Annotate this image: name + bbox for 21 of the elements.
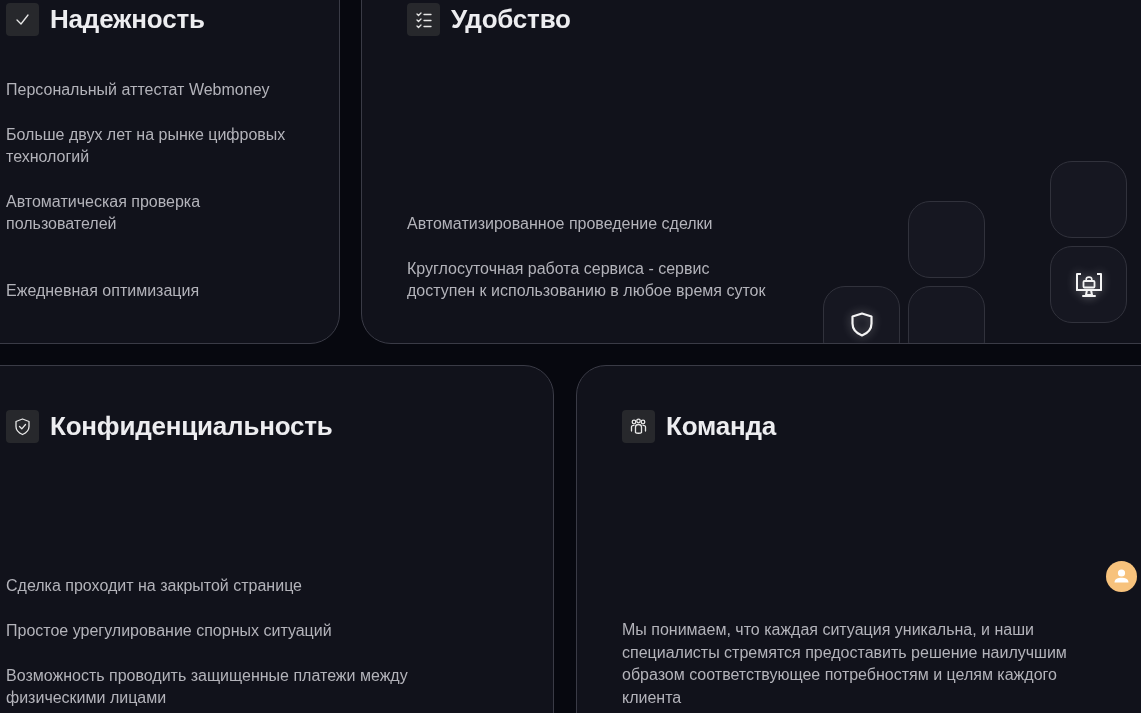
checkmark-icon [6, 3, 39, 36]
feature-text: Автоматизированное проведение сделки [407, 214, 714, 234]
card-title: Удобство [451, 4, 571, 35]
feature-text: Простое урегулирование спорных ситуаций [6, 621, 333, 641]
shield-check-icon [6, 410, 39, 443]
user-avatar-icon[interactable] [1106, 561, 1137, 592]
feature-text: Персональный аттестат Webmoney [6, 80, 271, 100]
checklist-icon [407, 3, 440, 36]
feature-text: Круглосуточная работа сервиса - сервис доступен к использованию в любое время суток [407, 259, 767, 301]
monitor-lock-icon [1074, 271, 1103, 298]
feature-text: Автоматическая проверка пользователей [6, 192, 202, 234]
shield-icon [850, 312, 873, 337]
feature-text: Возможность проводить защищенные платежи между физическими лицами [6, 666, 409, 708]
card-title: Команда [666, 411, 777, 442]
feature-text: Ежедневная оптимизация [6, 281, 201, 301]
card-title: Конфиденциальность [50, 411, 333, 442]
feature-text: Сделка проходит на закрытой странице [6, 576, 303, 596]
feature-text: Больше двух лет на рынке цифровых технологий [6, 125, 287, 167]
description-text: Мы понимаем, что каждая ситуация уникальна, и наши специалисты стремятся предоставить решение наилучшим образом соответствующее потребностям и целям каждого клиента [622, 620, 1068, 708]
card-title: Надежность [50, 4, 205, 35]
team-icon [622, 410, 655, 443]
